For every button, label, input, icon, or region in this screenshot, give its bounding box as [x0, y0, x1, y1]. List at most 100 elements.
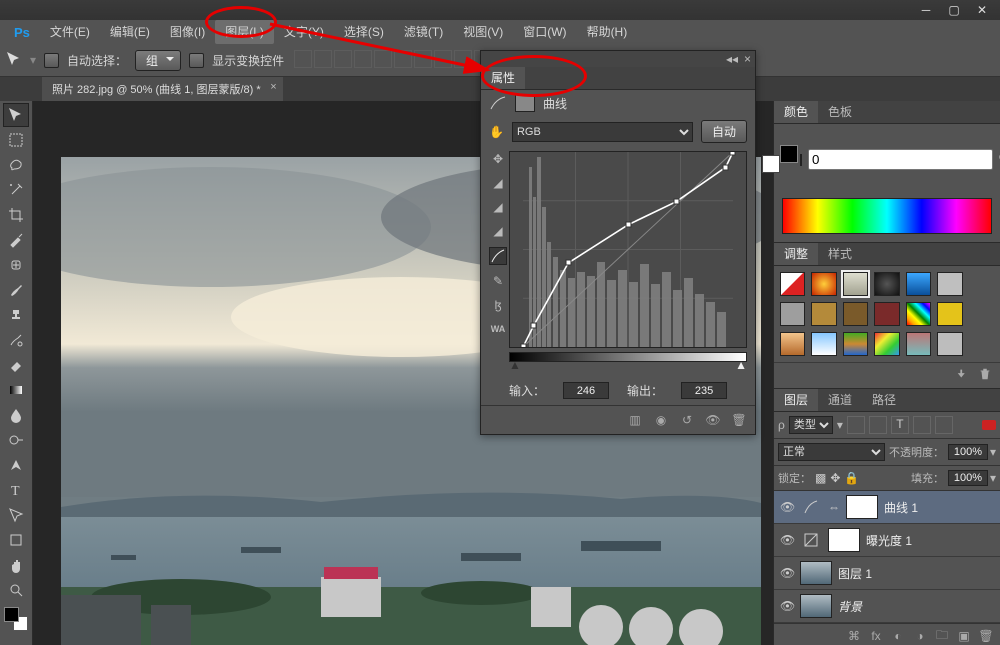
tab-paths[interactable]: 路径	[862, 389, 906, 411]
adjust-return-icon[interactable]	[956, 367, 970, 384]
opacity-input[interactable]	[948, 444, 988, 460]
layer-thumb[interactable]	[800, 561, 832, 585]
fill-input[interactable]	[948, 470, 988, 486]
menu-type[interactable]: 文字(Y)	[274, 20, 334, 44]
new-layer-icon[interactable]: ▣	[956, 628, 972, 644]
visibility-icon[interactable]: 👁	[780, 500, 794, 514]
adjust-sw[interactable]	[780, 332, 805, 356]
layer-mask-thumb[interactable]	[846, 495, 878, 519]
lasso-tool[interactable]	[3, 153, 29, 177]
eraser-tool[interactable]	[3, 353, 29, 377]
crop-tool[interactable]	[3, 203, 29, 227]
adjust-sw[interactable]	[937, 332, 962, 356]
adjust-sw[interactable]	[811, 302, 836, 326]
layer-row[interactable]: 👁 图层 1	[774, 557, 1000, 590]
lock-all-icon[interactable]: 🔒	[844, 471, 859, 485]
adjust-sw[interactable]	[874, 272, 899, 296]
document-tab[interactable]: 照片 282.jpg @ 50% (曲线 1, 图层蒙版/8) * ×	[42, 77, 283, 101]
history-brush-tool[interactable]	[3, 328, 29, 352]
gradient-tool[interactable]	[3, 378, 29, 402]
layer-row[interactable]: 👁 ⇔ 曲线 1	[774, 491, 1000, 524]
heal-tool[interactable]	[3, 253, 29, 277]
tab-color[interactable]: 颜色	[774, 101, 818, 123]
menu-file[interactable]: 文件(E)	[40, 20, 100, 44]
menu-select[interactable]: 选择(S)	[334, 20, 394, 44]
menu-image[interactable]: 图像(I)	[160, 20, 215, 44]
panel-collapse-icon[interactable]: ◂◂	[726, 52, 738, 66]
stamp-tool[interactable]	[3, 303, 29, 327]
adjust-sw[interactable]	[811, 272, 836, 296]
tab-channels[interactable]: 通道	[818, 389, 862, 411]
wand-tool[interactable]	[3, 178, 29, 202]
adjust-sw-selected[interactable]	[843, 272, 868, 296]
eyedropper-tool[interactable]	[3, 228, 29, 252]
tab-layers[interactable]: 图层	[774, 389, 818, 411]
gray-sampler-icon[interactable]: ◢	[489, 199, 507, 215]
adjust-sw[interactable]	[843, 332, 868, 356]
visibility-icon[interactable]: 👁	[780, 533, 794, 547]
type-tool[interactable]: T	[3, 478, 29, 502]
visibility-icon[interactable]: 👁	[780, 599, 794, 613]
dodge-tool[interactable]	[3, 428, 29, 452]
layer-row[interactable]: 👁 背景	[774, 590, 1000, 623]
pen-tool[interactable]	[3, 453, 29, 477]
menu-edit[interactable]: 编辑(E)	[100, 20, 160, 44]
menu-help[interactable]: 帮助(H)	[577, 20, 638, 44]
adjust-sw[interactable]	[874, 302, 899, 326]
mask-icon[interactable]: ◐	[890, 628, 906, 644]
close-button[interactable]: ✕	[968, 2, 996, 18]
tab-adjust[interactable]: 调整	[774, 243, 818, 265]
lock-position-icon[interactable]: ✥	[830, 471, 840, 485]
output-value[interactable]	[681, 382, 727, 399]
auto-select-dropdown[interactable]: 组	[135, 50, 181, 71]
on-image-tool[interactable]: ✥	[489, 151, 507, 167]
minimize-button[interactable]: ─	[912, 2, 940, 18]
mask-mode-icon[interactable]	[515, 94, 535, 112]
tab-properties[interactable]: 属性	[481, 67, 525, 89]
hand-tool[interactable]	[3, 553, 29, 577]
input-value[interactable]	[563, 382, 609, 399]
reset-icon[interactable]: ↺	[679, 412, 695, 428]
layer-filter-kind[interactable]: 类型	[789, 416, 833, 434]
adjust-sw[interactable]	[906, 302, 931, 326]
filter-toggle[interactable]	[982, 420, 996, 430]
adjustment-new-icon[interactable]: ◑	[912, 628, 928, 644]
link-icon[interactable]: ⌘	[846, 628, 862, 644]
clip-icon[interactable]: WA	[489, 321, 507, 337]
visibility-icon[interactable]: 👁	[780, 566, 794, 580]
adjust-sw[interactable]	[874, 332, 899, 356]
toggle-visibility-icon[interactable]: 👁	[705, 412, 721, 428]
auto-select-checkbox[interactable]	[44, 53, 59, 68]
adjust-sw[interactable]	[906, 272, 931, 296]
black-sampler-icon[interactable]: ◢	[489, 175, 507, 191]
filter-pixel-icon[interactable]	[847, 416, 865, 434]
k-slider[interactable]	[800, 154, 802, 166]
properties-panel[interactable]: ◂◂ × 属性 曲线 ✋ RGB 自动 ✥ ◢ ◢ ◢ ✎ ɮ WA	[480, 50, 756, 435]
adjust-sw[interactable]	[937, 302, 962, 326]
curves-graph[interactable]	[509, 151, 747, 348]
color-spectrum[interactable]	[782, 198, 992, 234]
adjust-sw[interactable]	[780, 302, 805, 326]
show-transform-checkbox[interactable]	[189, 53, 204, 68]
fx-icon[interactable]: fx	[868, 628, 884, 644]
marquee-tool[interactable]	[3, 128, 29, 152]
layer-row[interactable]: 👁 曝光度 1	[774, 524, 1000, 557]
fg-bg-color[interactable]	[4, 607, 28, 631]
zoom-tool[interactable]	[3, 578, 29, 602]
curve-mode-icon[interactable]	[489, 247, 507, 265]
menu-window[interactable]: 窗口(W)	[513, 20, 576, 44]
channel-dropdown[interactable]: RGB	[512, 122, 693, 142]
adjust-trash-icon[interactable]	[978, 367, 992, 384]
filter-type-icon[interactable]: T	[891, 416, 909, 434]
layer-thumb[interactable]	[800, 594, 832, 618]
auto-button[interactable]: 自动	[701, 120, 747, 143]
white-sampler-icon[interactable]: ◢	[489, 223, 507, 239]
adjust-sw[interactable]	[906, 332, 931, 356]
maximize-button[interactable]: ▢	[940, 2, 968, 18]
blend-mode-dropdown[interactable]: 正常	[778, 443, 885, 461]
preset-hand-icon[interactable]: ✋	[489, 125, 504, 139]
shape-tool[interactable]	[3, 528, 29, 552]
path-select-tool[interactable]	[3, 503, 29, 527]
tab-close-icon[interactable]: ×	[270, 81, 276, 93]
tab-swatches[interactable]: 色板	[818, 101, 862, 123]
